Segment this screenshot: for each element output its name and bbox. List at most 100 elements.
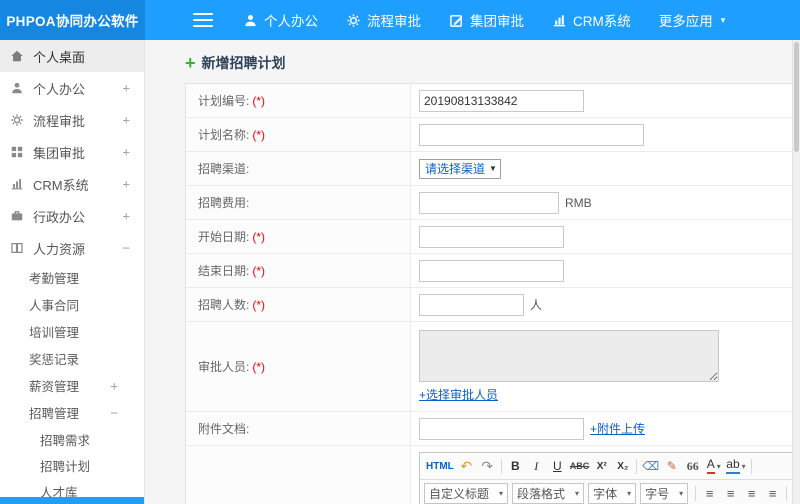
recruitment-plan-form: 计划编号: (*) 计划名称: (*) 招聘渠道: <box>185 83 800 504</box>
italic-button[interactable]: I <box>526 456 547 476</box>
sidebar-item-desktop[interactable]: 个人桌面 <box>0 40 144 72</box>
channel-select[interactable]: 请选择渠道 ▼ <box>419 158 501 179</box>
format-brush-icon[interactable]: ✎ <box>661 456 682 476</box>
custom-title-select[interactable]: 自定义标题 ▾ <box>424 483 509 504</box>
sidebar-item-attendance-mgmt[interactable]: 考勤管理 <box>0 264 144 291</box>
sidebar-item-hr-contract[interactable]: 人事合同 <box>0 291 144 318</box>
topnav-label: 个人办公 <box>264 14 318 29</box>
select-approver-link[interactable]: +选择审批人员 <box>419 386 498 403</box>
subscript-button[interactable]: X₂ <box>612 456 633 476</box>
editor-toolbar-row1: HTML ↶ ↷ B I U ABC X² X₂ ⌫ ✎ 66 A ▾ ab ▾ <box>420 453 800 480</box>
redo-icon[interactable]: ↷ <box>477 456 498 476</box>
sidebar-item-group-approval[interactable]: 集团审批 + <box>0 136 144 168</box>
field-label: 开始日期: <box>198 230 250 244</box>
expand-plus-icon[interactable]: + <box>122 81 130 96</box>
font-color-glyph: A <box>706 458 715 474</box>
plan-number-input[interactable] <box>419 89 584 112</box>
book-icon <box>11 243 23 253</box>
sidebar-item-recruitment-plan[interactable]: 招聘计划 <box>0 452 144 478</box>
strikethrough-button[interactable]: ABC <box>568 456 592 476</box>
form-row-plan-name: 计划名称: (*) <box>186 118 800 152</box>
chevron-down-icon: ▾ <box>679 489 684 498</box>
sidebar-item-workflow-approval[interactable]: 流程审批 + <box>0 104 144 136</box>
topnav-label: CRM系统 <box>573 14 631 29</box>
undo-icon[interactable]: ↶ <box>456 456 477 476</box>
paragraph-format-select[interactable]: 段落格式 ▾ <box>512 483 585 504</box>
chevron-down-icon: ▾ <box>499 489 504 498</box>
sidebar-item-recruitment-mgmt[interactable]: 招聘管理 − <box>0 399 144 426</box>
sidebar-item-label: 集团审批 <box>33 145 86 161</box>
sidebar-item-label: 个人桌面 <box>33 49 86 65</box>
html-source-button[interactable]: HTML <box>424 456 456 476</box>
sidebar-item-personal-office[interactable]: 个人办公 + <box>0 72 144 104</box>
sidebar-item-training-mgmt[interactable]: 培训管理 <box>0 318 144 345</box>
align-justify-icon[interactable]: ≡ <box>762 484 783 504</box>
expand-plus-icon[interactable]: + <box>110 378 118 393</box>
field-label: 招聘渠道: <box>198 162 250 176</box>
form-row-start-date: 开始日期: (*) <box>186 220 800 254</box>
sidebar-item-label: 奖惩记录 <box>29 353 80 367</box>
sidebar-item-salary-mgmt[interactable]: 薪资管理 + <box>0 372 144 399</box>
align-left-icon[interactable]: ≡ <box>699 484 720 504</box>
plus-icon: + <box>185 53 196 73</box>
app-logo: PHPOA协同办公软件 <box>0 0 145 40</box>
grid-icon <box>11 146 23 158</box>
topnav-personal-office[interactable]: 个人办公 <box>229 0 332 40</box>
underline-button[interactable]: U <box>547 456 568 476</box>
sidebar-item-label: 行政办公 <box>33 209 86 225</box>
vertical-scrollbar[interactable] <box>792 40 800 504</box>
plan-name-input[interactable] <box>419 123 644 146</box>
scrollbar-thumb[interactable] <box>794 42 799 152</box>
topnav-group-approval[interactable]: 集团审批 <box>435 0 538 40</box>
collapse-minus-icon[interactable]: − <box>110 405 118 420</box>
expand-plus-icon[interactable]: + <box>122 177 130 192</box>
gear-icon <box>347 13 360 27</box>
chevron-down-icon: ▾ <box>741 461 746 471</box>
sidebar-item-reward-punishment[interactable]: 奖惩记录 <box>0 345 144 372</box>
field-label: 计划编号: <box>198 94 250 108</box>
sidebar-item-crm-system[interactable]: CRM系统 + <box>0 168 144 200</box>
paragraph-format-select-value: 段落格式 <box>517 487 566 501</box>
font-family-select[interactable]: 字体 ▾ <box>588 483 637 504</box>
form-row-end-date: 结束日期: (*) <box>186 254 800 288</box>
eraser-icon[interactable]: ⌫ <box>640 456 661 476</box>
menu-toggle-icon[interactable] <box>193 13 213 27</box>
chart-icon <box>553 14 566 26</box>
expand-plus-icon[interactable]: + <box>122 113 130 128</box>
home-icon <box>11 50 23 62</box>
align-center-icon[interactable]: ≡ <box>720 484 741 504</box>
briefcase-icon <box>11 211 23 221</box>
superscript-button[interactable]: X² <box>591 456 612 476</box>
expand-plus-icon[interactable]: + <box>122 209 130 224</box>
font-size-select[interactable]: 字号 ▾ <box>640 483 689 504</box>
headcount-input[interactable] <box>419 293 524 316</box>
end-date-input[interactable] <box>419 259 564 282</box>
required-marker: (*) <box>252 263 266 278</box>
approver-textarea[interactable] <box>419 330 719 382</box>
sidebar-item-label: 招聘计划 <box>40 459 91 474</box>
sidebar-item-human-resources[interactable]: 人力资源 − <box>0 232 144 264</box>
bold-button[interactable]: B <box>505 456 526 476</box>
align-right-icon[interactable]: ≡ <box>741 484 762 504</box>
background-color-glyph: ab <box>726 458 740 474</box>
attachment-input[interactable] <box>419 417 584 440</box>
fee-input[interactable] <box>419 191 559 214</box>
topnav-more-apps[interactable]: 更多应用 ▾ <box>645 0 740 40</box>
start-date-input[interactable] <box>419 225 564 248</box>
sidebar: 个人桌面 个人办公 + 流程审批 + 集团审批 + CRM系统 + 行政办公 + <box>0 40 145 504</box>
sidebar-item-admin-office[interactable]: 行政办公 + <box>0 200 144 232</box>
attachment-upload-link[interactable]: +附件上传 <box>590 420 645 437</box>
background-color-button[interactable]: ab ▾ <box>724 456 747 476</box>
collapse-minus-icon[interactable]: − <box>122 241 130 256</box>
topnav-crm-system[interactable]: CRM系统 <box>538 0 645 40</box>
blockquote-icon[interactable]: 66 <box>682 456 703 476</box>
sidebar-item-recruitment-demand[interactable]: 招聘需求 <box>0 426 144 452</box>
required-marker: (*) <box>252 127 266 142</box>
topnav-workflow-approval[interactable]: 流程审批 <box>332 0 435 40</box>
chevron-down-icon: ▾ <box>575 489 580 498</box>
edit-icon <box>450 14 462 27</box>
toolbar-separator <box>750 458 752 474</box>
font-color-button[interactable]: A ▾ <box>703 456 724 476</box>
field-label: 计划名称: <box>198 128 250 142</box>
expand-plus-icon[interactable]: + <box>122 145 130 160</box>
